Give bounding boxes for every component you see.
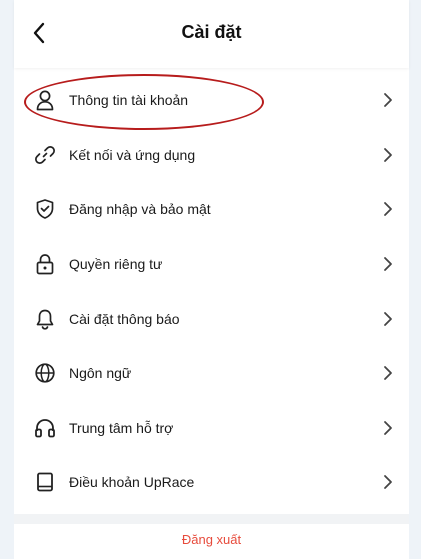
bell-icon <box>34 308 56 330</box>
user-icon <box>34 89 56 111</box>
menu-item-privacy[interactable]: Quyền riêng tư <box>14 237 409 292</box>
menu-item-terms[interactable]: Điều khoản UpRace <box>14 455 409 510</box>
chevron-right-icon <box>381 255 395 273</box>
headphones-icon <box>34 417 56 439</box>
logout-button[interactable]: Đăng xuất <box>14 532 409 547</box>
menu-item-label: Điều khoản UpRace <box>69 474 195 491</box>
menu-item-connections[interactable]: Kết nối và ứng dụng <box>14 128 409 183</box>
chevron-right-icon <box>381 310 395 328</box>
menu-item-label: Quyền riêng tư <box>69 256 163 273</box>
menu-item-label: Trung tâm hỗ trợ <box>69 419 174 436</box>
divider <box>14 514 409 524</box>
app-header: Cài đặt <box>14 0 409 68</box>
globe-icon <box>34 362 56 384</box>
book-icon <box>34 471 56 493</box>
chevron-right-icon <box>381 91 395 109</box>
menu-item-label: Ngôn ngữ <box>69 365 132 382</box>
menu-item-label: Cài đặt thông báo <box>69 310 180 327</box>
lock-icon <box>34 253 56 275</box>
link-icon <box>34 144 56 166</box>
chevron-right-icon <box>381 419 395 437</box>
chevron-right-icon <box>381 146 395 164</box>
settings-list: Thông tin tài khoản Kết nối và ứng dụng <box>14 73 409 510</box>
menu-item-language[interactable]: Ngôn ngữ <box>14 346 409 401</box>
menu-item-label: Kết nối và ứng dụng <box>69 146 196 163</box>
menu-item-notification-settings[interactable]: Cài đặt thông báo <box>14 291 409 346</box>
menu-item-account-info[interactable]: Thông tin tài khoản <box>14 73 409 128</box>
chevron-right-icon <box>381 473 395 491</box>
menu-item-login-security[interactable]: Đăng nhập và bảo mật <box>14 182 409 237</box>
menu-item-label: Đăng nhập và bảo mật <box>69 201 211 218</box>
page-title: Cài đặt <box>181 22 242 42</box>
menu-item-support-center[interactable]: Trung tâm hỗ trợ <box>14 401 409 456</box>
shield-icon <box>34 198 56 220</box>
settings-screen: Cài đặt Thông tin tài khoản Kết nối và ứ… <box>14 0 409 559</box>
chevron-right-icon <box>381 200 395 218</box>
menu-item-label: Thông tin tài khoản <box>69 92 189 109</box>
chevron-right-icon <box>381 364 395 382</box>
